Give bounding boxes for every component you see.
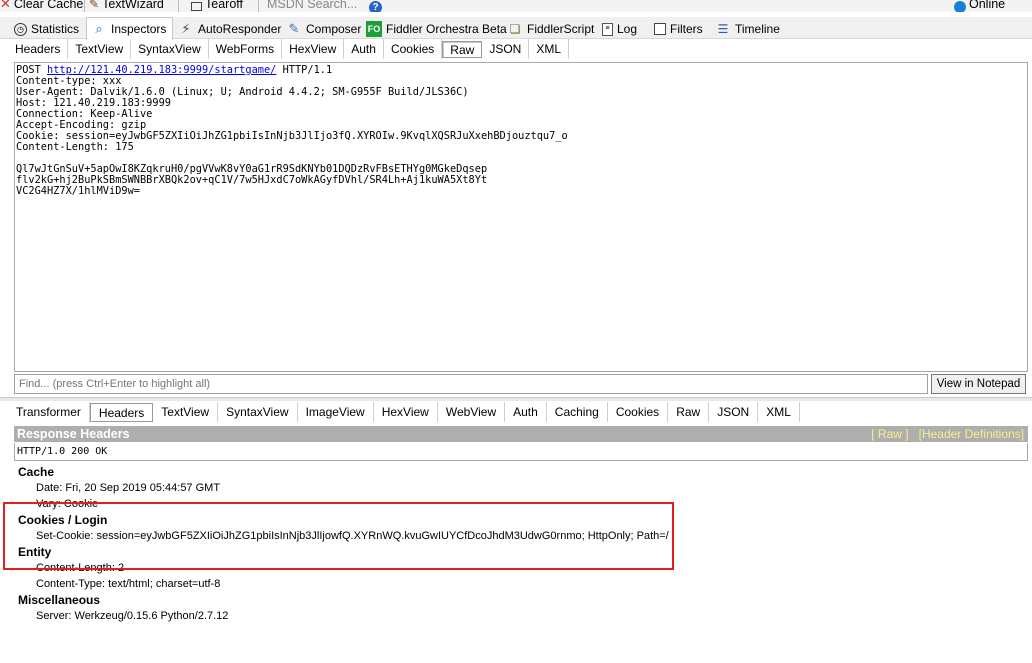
header-item[interactable]: Vary: Cookie: [18, 496, 1018, 512]
tab-fiddlerscript[interactable]: ❏ FiddlerScript: [503, 19, 600, 39]
composer-icon: ✎: [288, 21, 300, 36]
response-tab-transformer[interactable]: Transformer: [8, 402, 90, 422]
help-icon: ?: [369, 0, 382, 12]
response-tab-webview[interactable]: WebView: [438, 402, 506, 422]
pane-splitter[interactable]: [0, 397, 1032, 401]
tab-timeline[interactable]: ☰ Timeline: [711, 19, 786, 39]
request-tab-headers[interactable]: Headers: [8, 39, 69, 59]
raw-link[interactable]: [ Raw ]: [871, 427, 908, 441]
response-header-tree: Cache Date: Fri, 20 Sep 2019 05:44:57 GM…: [18, 464, 1018, 624]
tab-log[interactable]: ≡ Log: [598, 19, 643, 39]
globe-icon: [954, 0, 966, 12]
textwizard-button[interactable]: ✎ TextWizard: [89, 0, 164, 12]
response-headers-title: Response Headers: [17, 427, 130, 441]
close-icon: ✕: [0, 0, 11, 11]
stopwatch-icon: ◷: [14, 22, 27, 36]
response-tab-cookies[interactable]: Cookies: [608, 402, 669, 422]
find-input[interactable]: [14, 374, 928, 394]
response-tab-hexview[interactable]: HexView: [374, 402, 438, 422]
request-tab-hexview[interactable]: HexView: [282, 39, 345, 59]
lightning-icon: ⚡: [181, 21, 191, 36]
response-headers-bar: Response Headers [ Raw ] [Header Definit…: [14, 426, 1028, 442]
timeline-icon: ☰: [717, 22, 729, 36]
top-toolbar: ✕ Clear Cache ✎ TextWizard Tearoff MSDN …: [0, 0, 1032, 12]
header-item[interactable]: Server: Werkzeug/0.15.6 Python/2.7.12: [18, 608, 1018, 624]
request-tab-json[interactable]: JSON: [482, 39, 530, 59]
header-group-cookies-login[interactable]: Cookies / Login: [18, 512, 1018, 528]
request-tab-textview[interactable]: TextView: [68, 39, 132, 59]
header-item[interactable]: Content-Type: text/html; charset=utf-8: [18, 576, 1018, 592]
response-tab-xml[interactable]: XML: [758, 402, 800, 422]
header-item-set-cookie[interactable]: Set-Cookie: session=eyJwbGF5ZXIiOiJhZG1p…: [18, 528, 1018, 544]
textwizard-label: TextWizard: [102, 0, 164, 11]
clear-cache-label: Clear Cache: [13, 0, 84, 11]
header-item[interactable]: Content-Length: 2: [18, 560, 1018, 576]
tab-composer[interactable]: ✎ Composer: [282, 19, 367, 39]
raw-request-textarea[interactable]: POST http://121.40.219.183:9999/startgam…: [14, 62, 1028, 372]
response-tab-imageview[interactable]: ImageView: [298, 402, 374, 422]
fo-icon: FO: [366, 21, 382, 37]
tab-label: Log: [617, 22, 638, 36]
msdn-search-placeholder: MSDN Search...: [267, 0, 358, 11]
tab-label: Filters: [670, 22, 703, 36]
tab-filters[interactable]: Filters: [650, 19, 709, 39]
toolbar-separator: [258, 0, 259, 12]
tearoff-label: Tearoff: [205, 0, 243, 11]
response-tab-headers[interactable]: Headers: [89, 403, 154, 422]
header-group-miscellaneous[interactable]: Miscellaneous: [18, 592, 1018, 608]
response-tab-caching[interactable]: Caching: [547, 402, 608, 422]
tab-label: Fiddler Orchestra Beta: [386, 22, 507, 36]
tab-statistics[interactable]: ◷ Statistics: [10, 19, 85, 39]
response-tab-raw[interactable]: Raw: [668, 402, 710, 422]
response-tab-bar: Transformer Headers TextView SyntaxView …: [8, 402, 1028, 422]
view-in-notepad-button[interactable]: View in Notepad: [931, 374, 1026, 394]
request-tab-webforms[interactable]: WebForms: [209, 39, 283, 59]
tab-label: Composer: [306, 22, 362, 36]
request-version: HTTP/1.1: [276, 64, 333, 76]
response-tab-json[interactable]: JSON: [709, 402, 759, 422]
response-header-links: [ Raw ] [Header Definitions]: [871, 427, 1024, 441]
wand-icon: ✎: [89, 0, 100, 11]
help-button[interactable]: ?: [369, 0, 382, 12]
raw-request-text: POST http://121.40.219.183:9999/startgam…: [15, 63, 1027, 197]
request-tab-xml[interactable]: XML: [529, 39, 570, 59]
log-icon: ≡: [602, 22, 613, 36]
request-tab-raw[interactable]: Raw: [442, 41, 483, 58]
header-group-entity[interactable]: Entity: [18, 544, 1018, 560]
response-tab-textview[interactable]: TextView: [153, 402, 219, 422]
request-tab-bar: Headers TextView SyntaxView WebForms Hex…: [8, 39, 1028, 59]
toolbar-separator: [84, 0, 85, 12]
checkbox-icon: [654, 23, 666, 35]
tab-label: Timeline: [735, 22, 780, 36]
tab-label: Inspectors: [111, 22, 167, 36]
tab-autoresponder[interactable]: ⚡ AutoResponder: [174, 19, 287, 39]
online-indicator[interactable]: Online: [954, 0, 1005, 12]
online-label: Online: [969, 0, 1006, 11]
response-tab-syntaxview[interactable]: SyntaxView: [218, 402, 298, 422]
tab-label: Statistics: [31, 22, 80, 36]
msdn-search-input[interactable]: MSDN Search...: [267, 0, 357, 12]
header-definitions-link[interactable]: [Header Definitions]: [919, 427, 1024, 441]
tab-inspectors[interactable]: ⌕ Inspectors: [86, 17, 174, 40]
inspectors-icon: ⌕: [95, 21, 103, 36]
status-line: HTTP/1.0 200 OK: [14, 443, 1028, 461]
request-tab-cookies[interactable]: Cookies: [384, 39, 443, 59]
clear-cache-button[interactable]: ✕ Clear Cache: [0, 0, 83, 12]
tab-fiddler-orchestra[interactable]: FO Fiddler Orchestra Beta: [362, 19, 513, 39]
main-tab-bar: ◷ Statistics ⌕ Inspectors ⚡ AutoResponde…: [0, 17, 1032, 40]
tab-label: AutoResponder: [198, 22, 282, 36]
header-group-cache[interactable]: Cache: [18, 464, 1018, 480]
header-item[interactable]: Date: Fri, 20 Sep 2019 05:44:57 GMT: [18, 480, 1018, 496]
response-tab-auth[interactable]: Auth: [505, 402, 547, 422]
window-icon: [191, 1, 202, 11]
tab-label: FiddlerScript: [527, 22, 595, 36]
request-tab-auth[interactable]: Auth: [344, 39, 384, 59]
tearoff-button[interactable]: Tearoff: [191, 0, 243, 12]
request-body: Content-type: xxx User-Agent: Dalvik/1.6…: [16, 75, 568, 197]
request-tab-syntaxview[interactable]: SyntaxView: [131, 39, 209, 59]
toolbar-separator: [178, 0, 179, 12]
script-icon: ❏: [509, 22, 521, 36]
